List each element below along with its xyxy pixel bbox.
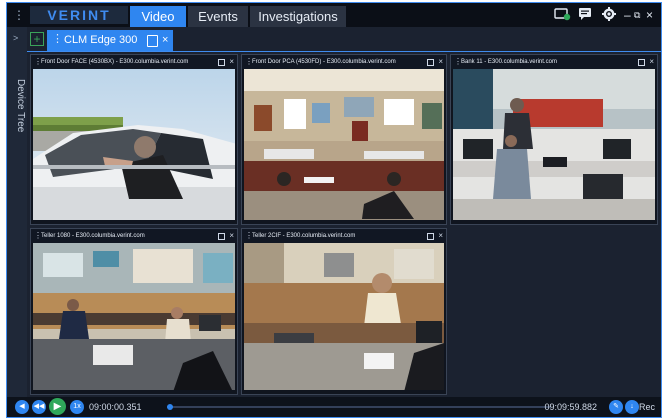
messages-icon[interactable]	[578, 7, 592, 25]
expand-arrow-icon[interactable]: >	[13, 33, 18, 43]
maximize-icon[interactable]	[218, 59, 225, 66]
tab-events[interactable]: Events	[188, 6, 248, 27]
start-time: 09:00:00.351	[89, 402, 142, 412]
playback-controls: ◀ ◀◀ ▶ 1x 09:00:00.351 09:09:59.882 ✎ ↓ …	[7, 397, 661, 417]
pane-close-icon[interactable]: ×	[438, 55, 443, 69]
record-label[interactable]: Rec	[639, 397, 655, 417]
pane-header: ⋮ Bank 11 - E300.columbia.verint.com ×	[451, 55, 657, 69]
video-pane-bank-11[interactable]: ⋮ Bank 11 - E300.columbia.verint.com ×	[450, 54, 658, 225]
video-feed[interactable]	[244, 243, 444, 390]
video-pane-teller-1080[interactable]: ⋮ Teller 1080 - E300.columbia.verint.com…	[30, 228, 238, 395]
edit-icon[interactable]: ✎	[609, 400, 623, 414]
view-tab-menu-icon[interactable]: ⋮	[52, 32, 63, 45]
layout-icon[interactable]	[147, 35, 158, 47]
step-back-button[interactable]: ◀	[15, 400, 29, 414]
view-tab-title: CLM Edge 300	[64, 34, 138, 46]
pane-close-icon[interactable]: ×	[229, 55, 234, 69]
video-feed[interactable]	[33, 69, 235, 220]
pane-title: Bank 11 - E300.columbia.verint.com	[461, 59, 557, 65]
pane-close-icon[interactable]: ×	[438, 229, 443, 243]
app-logo: VERINT	[47, 7, 111, 23]
video-pane-front-door-pca[interactable]: ⋮ Front Door PCA (4530FD) - E300.columbi…	[241, 54, 447, 225]
maximize-icon[interactable]	[427, 59, 434, 66]
empty-grid-slot[interactable]	[450, 228, 658, 395]
end-time: 09:09:59.882	[544, 402, 597, 412]
pane-header: ⋮ Teller 2CIF - E300.columbia.verint.com…	[242, 229, 446, 243]
pane-header: ⋮ Front Door PCA (4530FD) - E300.columbi…	[242, 55, 446, 69]
maximize-icon[interactable]	[638, 59, 645, 66]
video-feed[interactable]	[33, 243, 235, 390]
pane-header: ⋮ Teller 1080 - E300.columbia.verint.com…	[31, 229, 237, 243]
view-tab-close-icon[interactable]: ×	[162, 30, 168, 51]
gear-icon[interactable]	[602, 7, 616, 25]
device-tree-label[interactable]: Device Tree	[8, 79, 26, 139]
pane-close-icon[interactable]: ×	[649, 55, 654, 69]
export-icon[interactable]: ↓	[625, 400, 639, 414]
pane-title: Teller 2CIF - E300.columbia.verint.com	[252, 233, 356, 239]
toolbar-icons: – ⧉ ×	[554, 7, 658, 23]
view-tab-clm-edge[interactable]: ⋮ CLM Edge 300 ×	[47, 30, 173, 51]
pane-title: Teller 1080 - E300.columbia.verint.com	[41, 233, 145, 239]
video-pane-front-door-face[interactable]: ⋮ Front Door FACE (4530BX) - E300.columb…	[30, 54, 238, 225]
rewind-button[interactable]: ◀◀	[32, 400, 46, 414]
device-tree-panel[interactable]: > Device Tree	[7, 27, 28, 417]
view-tab-strip: + ⋮ CLM Edge 300 ×	[27, 27, 661, 52]
timeline-scrubber[interactable]	[167, 404, 551, 410]
app-window: ⋮ VERINT Video Events Investigations – ⧉…	[6, 2, 662, 418]
maximize-icon[interactable]	[218, 233, 225, 240]
add-view-button[interactable]: +	[30, 32, 44, 46]
pane-header: ⋮ Front Door FACE (4530BX) - E300.columb…	[31, 55, 237, 69]
pane-title: Front Door PCA (4530FD) - E300.columbia.…	[252, 59, 396, 65]
video-grid: ⋮ Front Door FACE (4530BX) - E300.columb…	[27, 52, 661, 397]
video-pane-teller-2cif[interactable]: ⋮ Teller 2CIF - E300.columbia.verint.com…	[241, 228, 447, 395]
pane-close-icon[interactable]: ×	[229, 229, 234, 243]
minimize-icon[interactable]: –	[624, 7, 631, 23]
video-feed[interactable]	[244, 69, 444, 220]
tab-investigations[interactable]: Investigations	[250, 6, 346, 27]
maximize-icon[interactable]	[427, 233, 434, 240]
tab-video[interactable]: Video	[130, 6, 186, 27]
close-icon[interactable]: ×	[646, 7, 653, 23]
restore-icon[interactable]: ⧉	[634, 7, 640, 23]
timeline-handle[interactable]	[167, 404, 173, 410]
speed-button[interactable]: 1x	[70, 400, 84, 414]
pane-title: Front Door FACE (4530BX) - E300.columbia…	[41, 59, 189, 65]
video-feed[interactable]	[453, 69, 655, 220]
logo-box: VERINT	[30, 6, 128, 24]
play-button[interactable]: ▶	[49, 398, 66, 415]
top-bar: ⋮ VERINT Video Events Investigations – ⧉…	[7, 3, 661, 27]
camera-view-icon[interactable]	[554, 7, 571, 25]
main-menu-icon[interactable]: ⋮	[13, 9, 25, 21]
